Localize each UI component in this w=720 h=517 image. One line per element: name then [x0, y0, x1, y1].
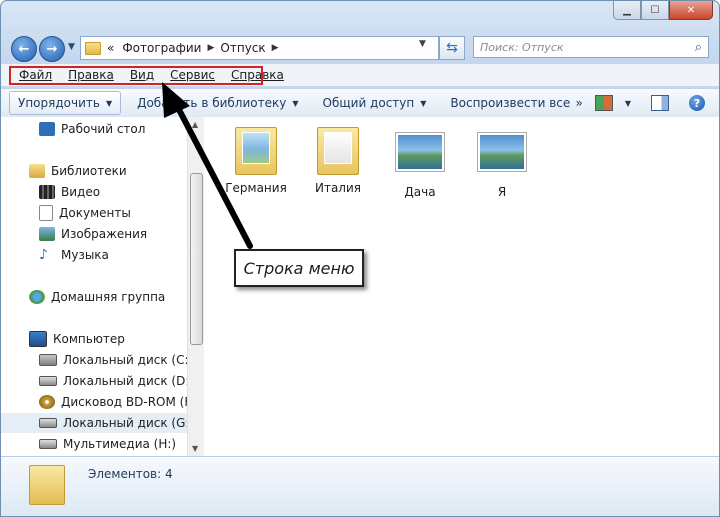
preview-pane-icon — [651, 95, 669, 111]
nav-scrollbar[interactable]: ▲ ▼ — [187, 117, 204, 456]
refresh-button[interactable]: ⇆ — [439, 36, 465, 60]
organize-label: Упорядочить — [18, 96, 100, 110]
caption-buttons: ▁ ☐ ✕ — [613, 1, 713, 20]
minimize-icon: ▁ — [623, 4, 631, 16]
drive-icon — [39, 439, 57, 449]
nav-item-label: Компьютер — [53, 332, 125, 346]
back-button[interactable]: ← — [11, 36, 37, 62]
refresh-icon: ⇆ — [446, 40, 458, 56]
help-button[interactable]: ? — [689, 95, 705, 111]
add-to-library-label: Добавить в библиотеку — [137, 96, 287, 110]
command-bar: Упорядочить ▼ Добавить в библиотеку ▼ Общи… — [1, 88, 719, 118]
scroll-thumb[interactable] — [190, 173, 203, 345]
breadcrumb-photos[interactable]: Фотографии — [122, 41, 201, 55]
folder-icon — [85, 41, 101, 55]
chevron-down-icon: ▼ — [292, 98, 299, 108]
close-button[interactable]: ✕ — [669, 1, 713, 20]
nav-item-label: Документы — [59, 206, 131, 220]
item-count: Элементов: 4 — [88, 467, 173, 481]
address-bar[interactable]: « Фотографии ▶ Отпуск ▶ — [80, 36, 439, 60]
search-input[interactable]: Поиск: Отпуск ⌕ — [473, 36, 709, 58]
nav-item-homegroup[interactable]: Домашняя группа — [1, 287, 215, 307]
nav-item-label: Рабочий стол — [61, 122, 146, 136]
video-icon — [39, 185, 55, 199]
chevron-down-icon: ▼ — [105, 98, 113, 108]
preview-pane-button[interactable] — [651, 95, 669, 111]
share-button[interactable]: Общий доступ ▼ — [315, 96, 435, 110]
scroll-up-icon[interactable]: ▲ — [192, 120, 198, 129]
nav-item-label: Домашняя группа — [51, 290, 166, 304]
share-label: Общий доступ — [322, 96, 415, 110]
breadcrumb-chevron-icon[interactable]: ▶ — [207, 43, 214, 53]
view-icon — [594, 95, 613, 111]
address-dropdown[interactable]: ▼ — [419, 39, 426, 49]
system-drive-icon — [39, 354, 57, 366]
drive-icon — [39, 376, 57, 386]
nav-item-libraries[interactable]: Библиотеки — [1, 161, 215, 181]
nav-item-label: Локальный диск (C:) — [63, 353, 194, 367]
file-item-image[interactable]: Дача — [380, 127, 460, 199]
view-dropdown[interactable]: ▼ — [625, 99, 631, 108]
image-thumbnail-icon — [395, 132, 445, 172]
computer-icon — [29, 331, 47, 347]
pictures-icon — [39, 227, 55, 241]
nav-item-label: Локальный диск (G:) — [63, 416, 195, 430]
breadcrumb-vacation[interactable]: Отпуск — [220, 41, 265, 55]
libraries-icon — [29, 164, 45, 178]
file-item-label: Германия — [225, 181, 287, 195]
nav-item-label: Библиотеки — [51, 164, 127, 178]
maximize-button[interactable]: ☐ — [641, 1, 669, 20]
close-icon: ✕ — [686, 4, 696, 16]
address-prefix[interactable]: « — [107, 41, 114, 55]
nav-item-computer[interactable]: Компьютер — [1, 329, 215, 349]
breadcrumb-chevron-icon[interactable]: ▶ — [272, 43, 279, 53]
file-item-label: Италия — [314, 181, 361, 195]
chevron-down-icon: ▼ — [420, 98, 427, 108]
file-item-folder[interactable]: Италия — [298, 127, 378, 195]
add-to-library-button[interactable]: Добавить в библиотеку ▼ — [129, 96, 306, 110]
documents-icon — [39, 205, 53, 221]
back-arrow-icon: ← — [18, 41, 30, 57]
play-all-button[interactable]: Воспроизвести все — [442, 96, 578, 110]
search-placeholder: Поиск: Отпуск — [480, 40, 564, 54]
search-icon[interactable]: ⌕ — [695, 40, 702, 55]
menu-bar-highlight-box — [9, 66, 263, 85]
maximize-icon: ☐ — [650, 4, 660, 16]
folder-icon — [317, 127, 359, 175]
file-item-label: Я — [497, 185, 507, 199]
play-all-label: Воспроизвести все — [450, 96, 571, 110]
nav-item-label: Мультимедиа (H:) — [63, 437, 177, 451]
file-item-label: Дача — [404, 185, 436, 199]
image-thumbnail-icon — [477, 132, 527, 172]
file-item-folder[interactable]: Германия — [216, 127, 296, 195]
recent-pages-dropdown[interactable]: ▼ — [68, 42, 75, 52]
folder-icon — [29, 465, 65, 505]
nav-item-label: Дисковод BD-ROM (F:) — [61, 395, 200, 409]
navigation-pane: Рабочий стол Библиотеки Видео Документы … — [1, 117, 225, 456]
minimize-button[interactable]: ▁ — [613, 1, 641, 20]
nav-item-label: Видео — [61, 185, 101, 199]
nav-item-label: Изображения — [61, 227, 148, 241]
forward-arrow-icon: → — [46, 41, 58, 57]
desktop-icon — [39, 122, 55, 136]
forward-button[interactable]: → — [39, 36, 65, 62]
menu-bar-callout: Строка меню — [234, 249, 364, 287]
help-icon: ? — [693, 96, 701, 110]
more-commands-button[interactable]: » — [576, 96, 583, 110]
folder-icon — [235, 127, 277, 175]
optical-drive-icon — [39, 395, 55, 409]
music-icon: ♪ — [39, 247, 48, 263]
details-pane: Элементов: 4 — [1, 456, 719, 516]
drive-icon — [39, 418, 57, 428]
scroll-down-icon[interactable]: ▼ — [192, 444, 198, 453]
homegroup-icon — [29, 290, 45, 304]
nav-item-label: Локальный диск (D:) — [63, 374, 195, 388]
change-view-button[interactable] — [594, 95, 613, 111]
nav-item-label: Музыка — [61, 248, 109, 262]
organize-button[interactable]: Упорядочить ▼ — [9, 91, 122, 115]
toolbar-right: » ▼ ? — [570, 89, 720, 117]
file-item-image[interactable]: Я — [462, 127, 542, 199]
